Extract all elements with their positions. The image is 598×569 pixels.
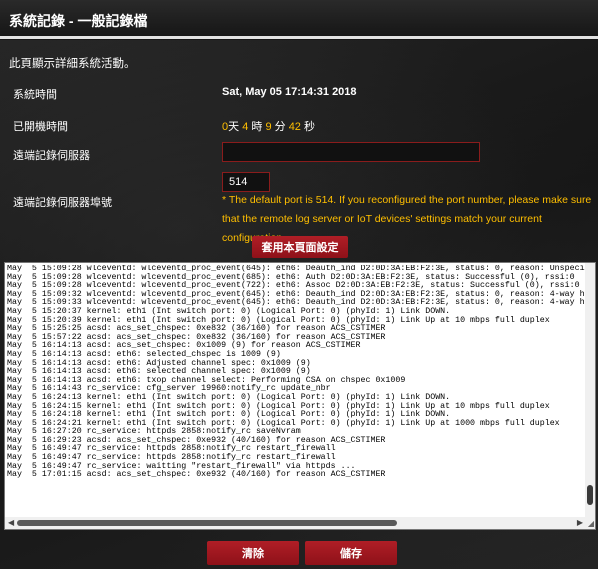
- scroll-left-arrow-icon[interactable]: ◀: [8, 518, 14, 527]
- log-line: May 5 17:01:15 acsd: acs_set_chspec: 0xe…: [7, 470, 386, 480]
- system-time-label: 系統時間: [13, 89, 57, 101]
- system-log-content: May 5 15:09:28 wlceventd: wlceventd_proc…: [7, 265, 585, 515]
- log-horizontal-scroll-thumb[interactable]: [17, 520, 397, 526]
- apply-settings-button[interactable]: 套用本頁面設定: [252, 236, 348, 258]
- remote-log-server-input[interactable]: [222, 142, 480, 162]
- save-log-button[interactable]: 儲存: [305, 541, 397, 565]
- uptime-label: 已開機時間: [13, 121, 68, 133]
- page-description: 此頁顯示詳細系統活動。: [9, 58, 136, 70]
- remote-log-port-label: 遠端記錄伺服器埠號: [13, 197, 112, 209]
- uptime-days-unit: 天: [228, 121, 240, 133]
- log-vertical-scrollbar[interactable]: [585, 263, 595, 517]
- page-header: 系統記錄 - 一般記錄檔: [0, 0, 598, 40]
- remote-log-server-label: 遠端記錄伺服器: [13, 150, 90, 162]
- uptime-minutes: 9: [265, 121, 272, 133]
- uptime-value: 0天 4 時 9 分 42 秒: [222, 118, 315, 134]
- scroll-right-arrow-icon[interactable]: ▶: [577, 518, 583, 527]
- log-horizontal-scrollbar[interactable]: ◀ ▶: [5, 517, 595, 529]
- log-vertical-scroll-thumb[interactable]: [587, 485, 593, 505]
- page-title: 系統記錄 - 一般記錄檔: [9, 13, 148, 29]
- clear-log-button[interactable]: 清除: [207, 541, 299, 565]
- uptime-hours-unit: 時: [251, 121, 263, 133]
- uptime-seconds-unit: 秒: [304, 121, 315, 133]
- system-log-textarea[interactable]: May 5 15:09:28 wlceventd: wlceventd_proc…: [4, 262, 596, 530]
- uptime-hours: 4: [242, 121, 249, 133]
- remote-log-port-input[interactable]: [222, 172, 270, 192]
- title-divider: [0, 36, 598, 39]
- resize-grip-icon[interactable]: ◢: [588, 519, 594, 528]
- system-time-value: Sat, May 05 17:14:31 2018: [222, 86, 357, 98]
- uptime-seconds: 42: [288, 121, 301, 133]
- uptime-minutes-unit: 分: [274, 121, 286, 133]
